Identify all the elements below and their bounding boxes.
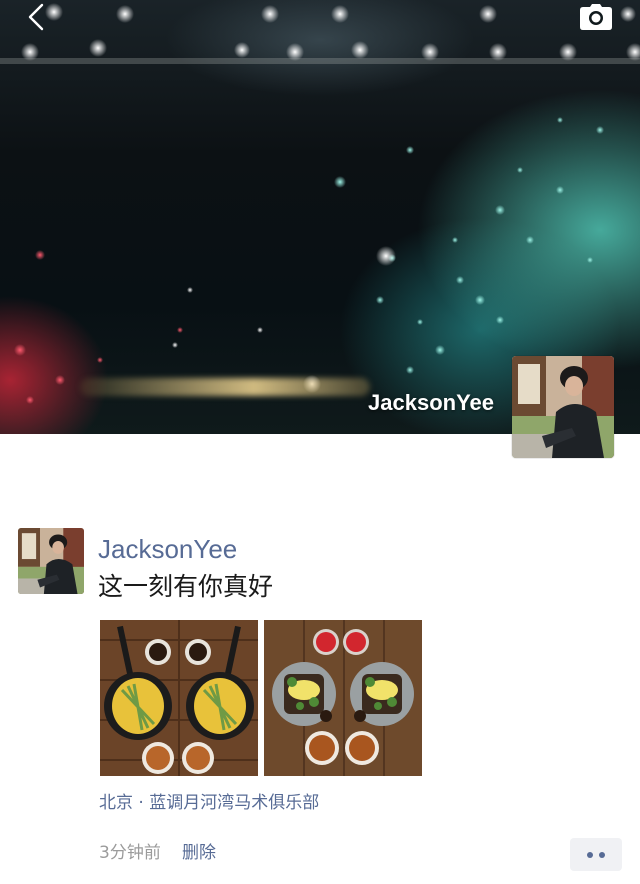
post-photo-2[interactable] (264, 620, 422, 776)
camera-icon (580, 4, 612, 30)
chevron-left-icon (28, 3, 44, 31)
more-dots-icon (599, 851, 605, 858)
food-photo-omelette-pans (100, 620, 258, 776)
avatar-image (18, 528, 84, 594)
more-dots-icon (587, 851, 593, 858)
post-author-avatar[interactable] (18, 528, 84, 594)
profile-avatar[interactable] (512, 356, 614, 458)
post-text: 这一刻有你真好 (98, 572, 274, 601)
more-options-button[interactable] (570, 838, 622, 871)
post-photo-1[interactable] (100, 620, 258, 776)
post-timestamp: 3分钟前 (99, 843, 161, 863)
camera-button[interactable] (578, 2, 614, 32)
post-location[interactable]: 北京 · 蓝调月河湾马术俱乐部 (99, 790, 319, 816)
delete-button[interactable]: 删除 (182, 840, 216, 866)
post-author-name[interactable]: JacksonYee (98, 532, 237, 566)
food-photo-avocado-toast (264, 620, 422, 776)
light-beam (80, 378, 370, 396)
back-button[interactable] (18, 2, 54, 32)
profile-name: JacksonYee (368, 390, 494, 415)
avatar-image (512, 356, 614, 458)
